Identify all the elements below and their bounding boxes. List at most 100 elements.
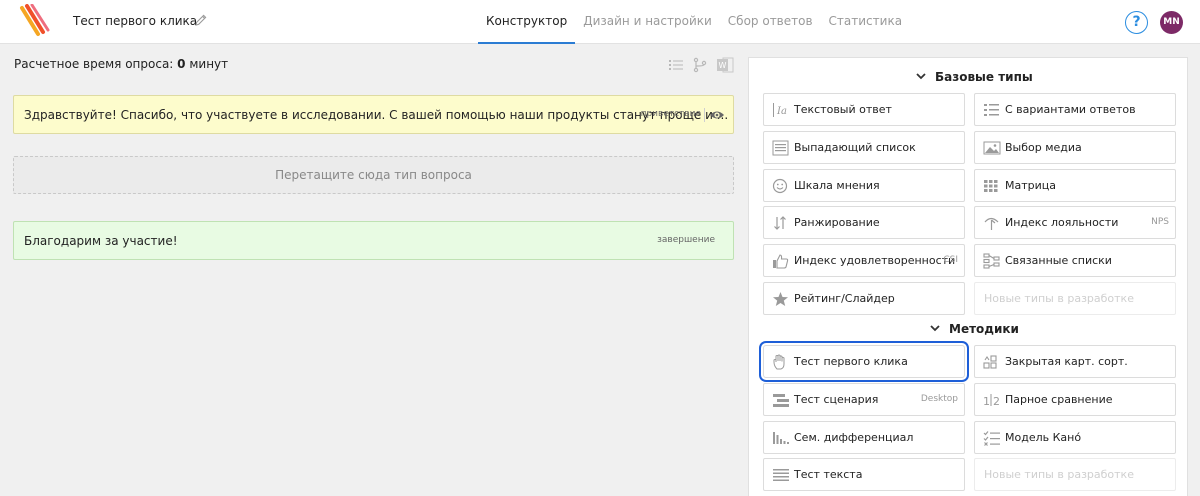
smiley-icon bbox=[772, 178, 788, 194]
list-options-icon bbox=[984, 104, 999, 116]
type-rating-slider[interactable]: Рейтинг/Слайдер bbox=[763, 282, 965, 315]
methods-title: Методики bbox=[949, 322, 1019, 336]
type-csi[interactable]: Индекс удовлетворенности CSI bbox=[763, 244, 965, 277]
type-label: Модель Кано́ bbox=[1005, 431, 1082, 444]
thumbs-up-icon bbox=[773, 254, 789, 269]
type-label: Тест первого клика bbox=[794, 355, 908, 368]
type-coming-soon: Новые типы в разработке bbox=[974, 282, 1176, 315]
type-pair-comparison[interactable]: 12 Парное сравнение bbox=[974, 383, 1176, 416]
methods-header[interactable]: Методики bbox=[929, 322, 1019, 336]
list-view-icon[interactable] bbox=[668, 57, 684, 73]
text-block-icon bbox=[773, 469, 789, 481]
estimated-time: Расчетное время опроса: 0 минут bbox=[14, 57, 228, 71]
question-drop-zone[interactable]: Перетащите сюда тип вопроса bbox=[13, 156, 734, 194]
type-badge: CSI bbox=[943, 255, 958, 265]
type-label: Сем. дифференциал bbox=[794, 431, 914, 444]
svg-text:2: 2 bbox=[993, 395, 1000, 408]
basic-types-title: Базовые типы bbox=[935, 70, 1033, 84]
top-bar: Тест первого клика Конструктор Дизайн и … bbox=[0, 0, 1200, 44]
type-label: Связанные списки bbox=[1005, 254, 1112, 267]
closing-text: Благодарим за участие! bbox=[24, 234, 178, 248]
sort-icon bbox=[774, 216, 786, 230]
dropdown-icon bbox=[772, 140, 789, 156]
tab-statistics[interactable]: Статистика bbox=[821, 0, 911, 44]
survey-title[interactable]: Тест первого клика bbox=[73, 14, 197, 28]
type-multiple-choice[interactable]: С вариантами ответов bbox=[974, 93, 1176, 126]
closing-tag: завершение bbox=[657, 235, 715, 245]
type-coming-soon: Новые типы в разработке bbox=[974, 458, 1176, 491]
avatar[interactable]: MN bbox=[1160, 11, 1183, 34]
type-label: Выпадающий список bbox=[794, 141, 916, 154]
tab-responses[interactable]: Сбор ответов bbox=[720, 0, 821, 44]
type-label: Шкала мнения bbox=[794, 179, 880, 192]
svg-text:1: 1 bbox=[983, 395, 990, 408]
type-label: С вариантами ответов bbox=[1005, 103, 1136, 116]
type-badge: NPS bbox=[1151, 217, 1169, 227]
main-tabs: Конструктор Дизайн и настройки Сбор отве… bbox=[478, 0, 910, 44]
help-button[interactable]: ? bbox=[1125, 11, 1148, 34]
tab-design-settings[interactable]: Дизайн и настройки bbox=[575, 0, 720, 44]
type-label: Тест сценария bbox=[794, 393, 879, 406]
type-kano-model[interactable]: Модель Кано́ bbox=[974, 421, 1176, 454]
type-label: Тест текста bbox=[794, 468, 863, 481]
image-icon bbox=[983, 141, 1001, 155]
linked-lists-icon bbox=[983, 253, 1000, 269]
type-text-answer[interactable]: Ia Текстовый ответ bbox=[763, 93, 965, 126]
greeting-tag: приветствие bbox=[640, 109, 701, 119]
card-sort-icon bbox=[983, 355, 997, 369]
view-toolbar: W bbox=[668, 57, 734, 73]
type-label: Новые типы в разработке bbox=[984, 292, 1134, 305]
pencil-icon[interactable] bbox=[194, 13, 208, 27]
type-closed-card-sort[interactable]: Закрытая карт. сорт. bbox=[974, 345, 1176, 378]
checklist-icon bbox=[983, 431, 1000, 446]
greeting-text: Здравствуйте! Спасибо, что участвуете в … bbox=[24, 108, 729, 122]
type-label: Индекс удовлетворенности bbox=[794, 254, 956, 267]
type-ranking[interactable]: Ранжирование bbox=[763, 206, 965, 239]
type-dropdown[interactable]: Выпадающий список bbox=[763, 131, 965, 164]
type-label: Текстовый ответ bbox=[794, 103, 892, 116]
greeting-card[interactable]: Здравствуйте! Спасибо, что участвуете в … bbox=[13, 95, 734, 134]
type-label: Индекс лояльности bbox=[1005, 216, 1119, 229]
type-media-choice[interactable]: Выбор медиа bbox=[974, 131, 1176, 164]
divider bbox=[704, 108, 705, 122]
type-label: Выбор медиа bbox=[1005, 141, 1082, 154]
type-text-test[interactable]: Тест текста bbox=[763, 458, 965, 491]
type-label: Парное сравнение bbox=[1005, 393, 1113, 406]
type-label: Новые типы в разработке bbox=[984, 468, 1134, 481]
type-label: Матрица bbox=[1005, 179, 1056, 192]
word-export-icon[interactable]: W bbox=[716, 57, 734, 73]
chevron-down-icon bbox=[916, 73, 926, 80]
eye-icon[interactable] bbox=[709, 107, 725, 123]
svg-text:Ia: Ia bbox=[776, 106, 787, 117]
estimate-label: Расчетное время опроса: bbox=[14, 57, 174, 71]
type-matrix[interactable]: Матрица bbox=[974, 169, 1176, 202]
hand-pointer-icon bbox=[773, 354, 785, 370]
bar-scale-icon bbox=[773, 432, 789, 444]
type-badge: Desktop bbox=[920, 394, 958, 404]
gauge-icon bbox=[984, 217, 999, 230]
branch-logic-icon[interactable] bbox=[692, 57, 708, 73]
scenario-icon bbox=[773, 394, 789, 407]
logo-icon[interactable] bbox=[18, 4, 54, 40]
tab-constructor[interactable]: Конструктор bbox=[478, 0, 576, 44]
type-nps[interactable]: Индекс лояльности NPS bbox=[974, 206, 1176, 239]
type-label: Закрытая карт. сорт. bbox=[1005, 355, 1128, 368]
type-semantic-differential[interactable]: Сем. дифференциал bbox=[763, 421, 965, 454]
chevron-down-icon bbox=[930, 325, 940, 332]
basic-types-header[interactable]: Базовые типы bbox=[915, 70, 1033, 84]
grid-icon bbox=[984, 180, 998, 192]
svg-text:W: W bbox=[719, 61, 727, 70]
type-scenario-test[interactable]: Тест сценария Desktop bbox=[763, 383, 965, 416]
star-icon bbox=[773, 292, 788, 306]
closing-card[interactable]: Благодарим за участие! завершение bbox=[13, 221, 734, 260]
pair-compare-icon: 12 bbox=[983, 394, 1000, 408]
text-icon: Ia bbox=[773, 103, 787, 117]
type-label: Ранжирование bbox=[794, 216, 880, 229]
type-first-click-test[interactable]: Тест первого клика bbox=[763, 345, 965, 378]
type-label: Рейтинг/Слайдер bbox=[794, 292, 895, 305]
type-linked-lists[interactable]: Связанные списки bbox=[974, 244, 1176, 277]
question-types-panel: Базовые типы Ia Текстовый ответ С вариан… bbox=[748, 57, 1188, 496]
estimate-value: 0 bbox=[177, 57, 186, 71]
estimate-unit: минут bbox=[189, 57, 229, 71]
type-opinion-scale[interactable]: Шкала мнения bbox=[763, 169, 965, 202]
